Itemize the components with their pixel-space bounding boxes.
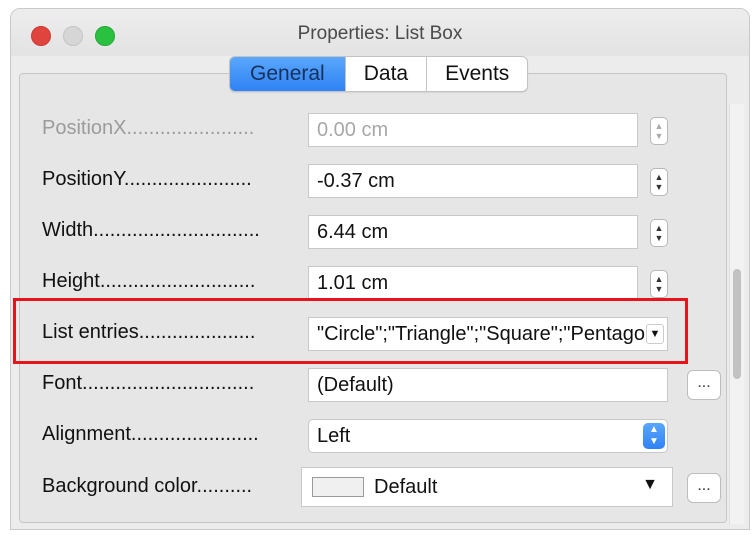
list-entries-value: "Circle";"Triangle";"Square";"Pentagon" xyxy=(317,323,664,345)
position-y-stepper[interactable]: ▲ ▼ xyxy=(650,168,668,196)
chevron-down-icon: ▼ xyxy=(642,476,658,493)
color-swatch xyxy=(312,477,364,497)
tab-bar: General Data Events xyxy=(229,56,529,92)
font-field[interactable]: (Default) xyxy=(308,368,668,402)
alignment-select[interactable]: Left ▲ ▼ xyxy=(308,419,668,453)
vertical-scrollbar[interactable] xyxy=(729,104,744,524)
alignment-value: Left xyxy=(317,425,351,447)
row-position-x: PositionX....................... 0.00 cm… xyxy=(20,109,728,153)
height-stepper[interactable]: ▲ ▼ xyxy=(650,270,668,298)
font-label: Font............................... xyxy=(42,372,255,394)
background-color-value: Default xyxy=(374,476,438,498)
title-bar: Properties: List Box xyxy=(11,9,749,56)
list-entries-field[interactable]: "Circle";"Triangle";"Square";"Pentagon" … xyxy=(308,317,668,351)
window-title: Properties: List Box xyxy=(297,23,463,44)
font-browse-button[interactable]: ... xyxy=(687,370,721,400)
width-field[interactable]: 6.44 cm xyxy=(308,215,638,249)
alignment-label: Alignment....................... xyxy=(42,423,259,445)
scrollbar-thumb[interactable] xyxy=(733,269,741,379)
position-y-label: PositionY....................... xyxy=(42,168,252,190)
tab-general[interactable]: General xyxy=(230,57,346,91)
tab-data[interactable]: Data xyxy=(346,57,428,91)
row-position-y: PositionY....................... -0.37 c… xyxy=(20,160,728,204)
chevron-updown-icon: ▲ ▼ xyxy=(643,423,665,449)
width-label: Width.............................. xyxy=(42,219,260,241)
height-field[interactable]: 1.01 cm xyxy=(308,266,638,300)
height-label: Height............................ xyxy=(42,270,256,292)
chevron-down-icon[interactable]: ▼ xyxy=(646,324,664,344)
width-stepper[interactable]: ▲ ▼ xyxy=(650,219,668,247)
background-color-select[interactable]: Default ▼ xyxy=(301,467,673,507)
position-x-label: PositionX....................... xyxy=(42,117,255,139)
position-x-stepper[interactable]: ▲ ▼ xyxy=(650,117,668,145)
row-height: Height............................ 1.01 … xyxy=(20,262,728,306)
list-entries-label: List entries..................... xyxy=(42,321,256,343)
position-x-field[interactable]: 0.00 cm xyxy=(308,113,638,147)
position-y-field[interactable]: -0.37 cm xyxy=(308,164,638,198)
properties-panel: PositionX....................... 0.00 cm… xyxy=(19,73,727,523)
row-alignment: Alignment....................... Left ▲ ▼ xyxy=(20,415,728,459)
tab-events[interactable]: Events xyxy=(427,57,527,91)
background-color-browse-button[interactable]: ... xyxy=(687,473,721,503)
background-color-label: Background color.......... xyxy=(42,475,253,497)
row-font: Font............................... (Def… xyxy=(20,364,728,408)
properties-dialog: Properties: List Box General Data Events… xyxy=(10,8,750,530)
row-list-entries: List entries..................... "Circl… xyxy=(20,313,728,357)
row-background-color: Background color.......... Default ▼ ... xyxy=(20,467,728,511)
row-width: Width.............................. 6.44… xyxy=(20,211,728,255)
